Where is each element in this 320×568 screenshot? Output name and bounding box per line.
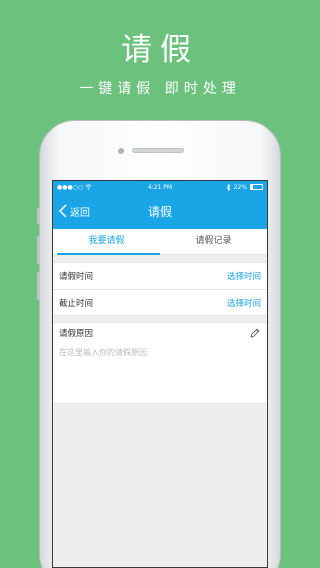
leave-time-row[interactable]: 请假时间 选择时间 <box>53 263 267 289</box>
status-bar: ●●●○○ 4:21 PM 22% <box>53 181 267 193</box>
end-time-select[interactable]: 选择时间 <box>227 297 261 309</box>
battery-level <box>251 185 254 189</box>
time-form: 请假时间 选择时间 截止时间 选择时间 <box>53 262 267 316</box>
leave-time-label: 请假时间 <box>59 272 94 282</box>
leave-time-select[interactable]: 选择时间 <box>227 270 261 282</box>
end-time-label: 截止时间 <box>59 298 94 309</box>
nav-bar: 返回 请假 <box>53 193 267 229</box>
reason-label: 请假原因 <box>59 329 94 339</box>
phone-side-button <box>37 272 40 300</box>
tab-bar: 我要请假 请假记录 <box>53 229 267 255</box>
reason-input[interactable] <box>53 343 267 403</box>
reason-section: 请假原因 <box>53 322 267 404</box>
end-time-row[interactable]: 截止时间 选择时间 <box>53 289 267 315</box>
reason-header: 请假原因 <box>53 323 267 343</box>
battery-icon <box>250 184 263 190</box>
active-tab-indicator <box>57 253 160 255</box>
promo-title: 请假 <box>121 32 199 68</box>
phone-side-button <box>37 236 40 264</box>
promo-subtitle: 一键请假 即时处理 <box>79 81 241 97</box>
wifi-icon <box>85 184 92 190</box>
phone-side-button <box>37 208 40 224</box>
back-label: 返回 <box>70 207 90 219</box>
tab-apply-leave[interactable]: 我要请假 <box>53 229 160 254</box>
pencil-icon[interactable] <box>249 327 261 339</box>
phone-speaker <box>132 148 184 153</box>
status-left: ●●●○○ <box>57 184 92 191</box>
phone-camera <box>118 148 124 154</box>
signal-indicator: ●●●○○ <box>57 183 84 191</box>
tab-leave-records[interactable]: 请假记录 <box>160 229 267 254</box>
app-screen: ●●●○○ 4:21 PM 22% 返回 请假 我要请假 请假记录 请假时间 选… <box>52 180 268 568</box>
back-button[interactable]: 返回 <box>59 193 90 229</box>
battery-percent: 22% <box>233 183 247 191</box>
status-right: 22% <box>226 183 263 191</box>
chevron-left-icon <box>59 204 67 218</box>
bluetooth-icon <box>226 183 231 191</box>
